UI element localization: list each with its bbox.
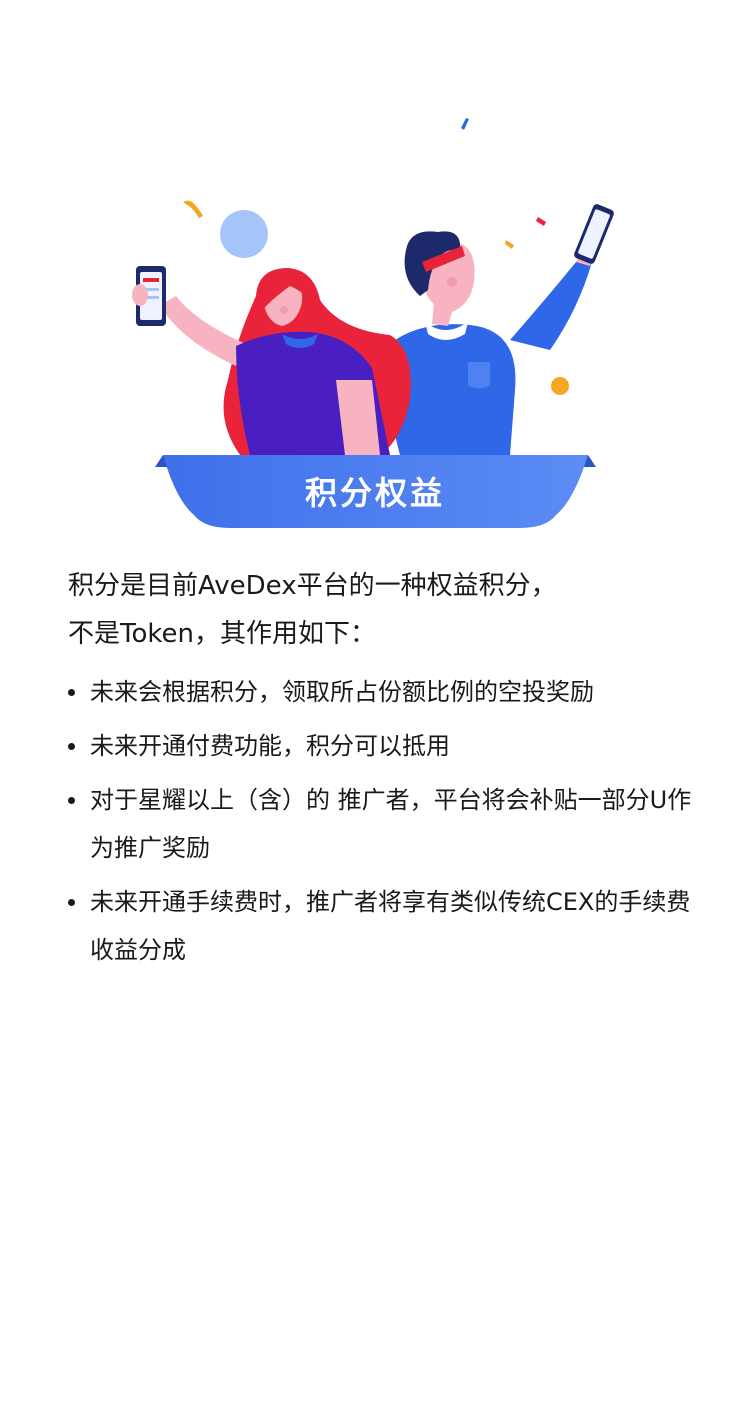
list-item: 对于星耀以上（含）的 推广者，平台将会补贴一部分U作为推广奖励: [68, 776, 708, 872]
bullet-icon: [68, 689, 75, 696]
benefit-text: 对于星耀以上（含）的 推广者，平台将会补贴一部分U作为推广奖励: [90, 786, 692, 862]
benefit-text: 未来会根据积分，领取所占份额比例的空投奖励: [90, 678, 594, 706]
confetti-blue: [461, 118, 469, 130]
list-item: 未来开通手续费时，推广者将享有类似传统CEX的手续费收益分成: [68, 878, 708, 974]
man-figure: [387, 204, 614, 455]
intro-line: 不是Token，其作用如下：: [68, 619, 376, 649]
confetti-circle-blue: [220, 210, 268, 258]
benefits-list: 未来会根据积分，领取所占份额比例的空投奖励 未来开通付费功能，积分可以抵用 对于…: [68, 668, 708, 980]
bullet-icon: [68, 797, 75, 804]
benefit-text: 未来开通付费功能，积分可以抵用: [90, 732, 450, 760]
list-item: 未来会根据积分，领取所占份额比例的空投奖励: [68, 668, 708, 716]
bullet-icon: [68, 899, 75, 906]
woman-figure: [132, 266, 411, 455]
confetti-circle-yellow: [551, 377, 569, 395]
intro-line: 积分是目前AveDex平台的一种权益积分，: [68, 571, 557, 601]
confetti-yellow-small: [505, 240, 514, 249]
list-item: 未来开通付费功能，积分可以抵用: [68, 722, 708, 770]
intro-text: 积分是目前AveDex平台的一种权益积分， 不是Token，其作用如下：: [68, 562, 708, 658]
confetti-red: [536, 217, 546, 226]
banner-title: 积分权益: [304, 474, 445, 512]
confetti-yellow: [183, 200, 203, 218]
hero-illustration: 积分权益: [0, 0, 750, 560]
benefit-text: 未来开通手续费时，推广者将享有类似传统CEX的手续费收益分成: [90, 888, 691, 964]
bullet-icon: [68, 743, 75, 750]
